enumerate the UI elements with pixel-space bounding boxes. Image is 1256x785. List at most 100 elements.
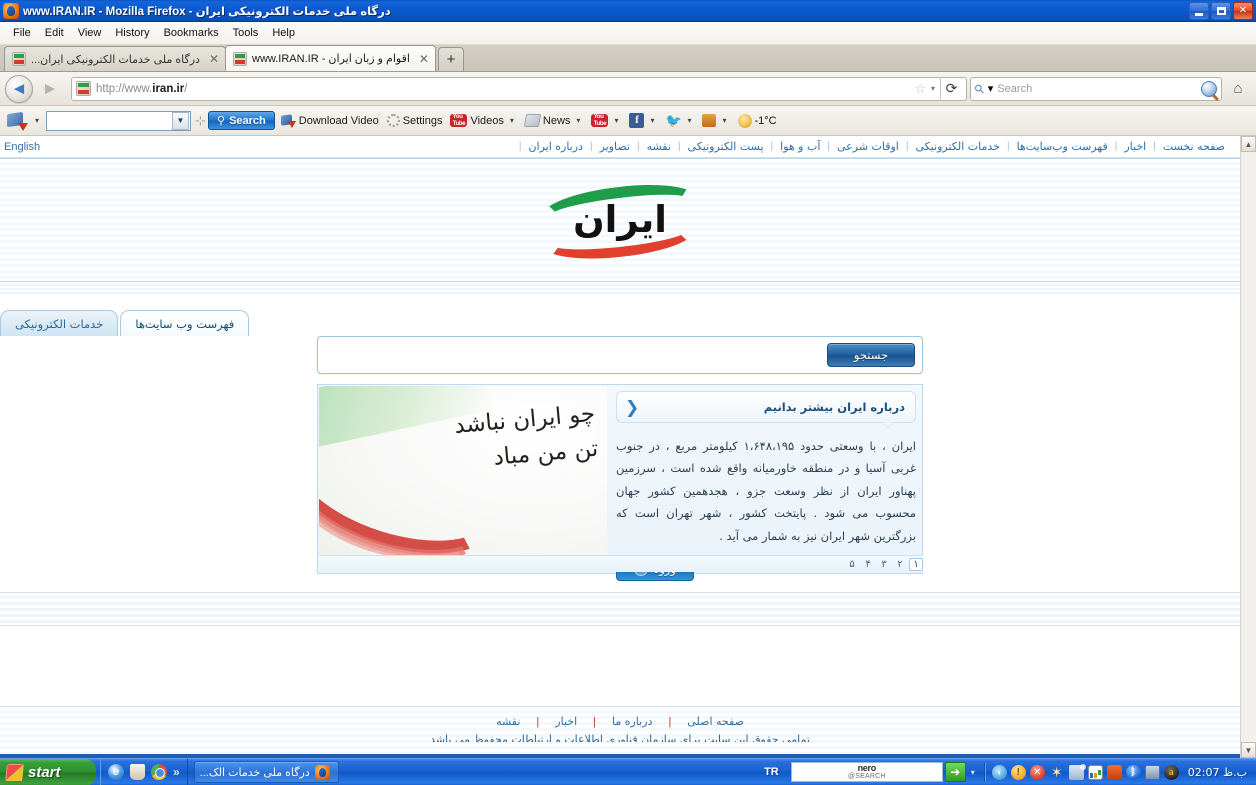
footer-link-map[interactable]: نقشه	[480, 715, 536, 728]
twitter-button[interactable]: 🐦 ▾	[663, 112, 696, 128]
amazon-icon[interactable]: a	[1163, 764, 1179, 780]
nav-item-websites[interactable]: فهرست وب‌سایت‌ها	[1010, 140, 1115, 153]
maximize-button[interactable]	[1211, 2, 1231, 20]
nav-item-weather[interactable]: آب و هوا	[773, 140, 827, 153]
internet-explorer-icon[interactable]: e	[108, 764, 124, 780]
chevron-down-icon[interactable]: ▾	[32, 116, 42, 125]
performance-monitor-icon[interactable]	[1087, 764, 1103, 780]
show-hidden-icons-icon[interactable]: ‹	[991, 764, 1007, 780]
menu-item-bookmarks[interactable]: Bookmarks	[157, 24, 226, 42]
nav-item-home[interactable]: صفحه نخست	[1156, 140, 1232, 153]
menu-item-view[interactable]: View	[71, 24, 109, 42]
page-number-3[interactable]: ۳	[877, 558, 891, 571]
security-shield-icon[interactable]: !	[1010, 764, 1026, 780]
scroll-up-button[interactable]: ▲	[1241, 136, 1256, 152]
menu-item-help[interactable]: Help	[265, 24, 302, 42]
news-button[interactable]: News ▾	[523, 114, 586, 127]
twitter-icon: 🐦	[665, 112, 682, 128]
chevron-down-icon[interactable]: ▾	[931, 84, 935, 93]
antivirus-icon[interactable]: ✕	[1029, 764, 1045, 780]
calligraphy-banner-image[interactable]: چو ایران نباشد تن من مباد	[319, 386, 607, 557]
page-number-2[interactable]: ۲	[893, 558, 907, 571]
minimize-button[interactable]	[1189, 2, 1209, 20]
download-manager-icon[interactable]	[6, 111, 28, 131]
chevron-down-icon[interactable]: ▾	[719, 116, 729, 125]
chevron-down-icon[interactable]: ▾	[647, 116, 657, 125]
chevron-down-icon[interactable]: ▾	[988, 82, 994, 95]
language-indicator[interactable]: TR	[752, 766, 791, 778]
browser-tab-2[interactable]: اقوام و زبان ایران - www.IRAN.IR ✕	[225, 45, 436, 71]
nav-item-email[interactable]: پست الکترونیکی	[681, 140, 771, 153]
nav-item-news[interactable]: اخبار	[1117, 140, 1153, 153]
chevron-down-icon[interactable]: ▾	[507, 116, 517, 125]
star-icon[interactable]: ✶	[1049, 764, 1065, 780]
page-number-4[interactable]: ۴	[861, 558, 875, 571]
shopping-button[interactable]: ▾	[700, 114, 731, 127]
network-icon[interactable]	[1068, 763, 1086, 780]
site-search-button[interactable]: جستجو	[827, 343, 915, 367]
scrollbar-track[interactable]	[1241, 152, 1256, 742]
toolbar-search-combo[interactable]: ▼	[46, 110, 192, 131]
chevron-down-icon[interactable]: ▾	[966, 768, 980, 777]
search-engine-icon[interactable]: ⚲	[971, 80, 987, 96]
weather-button[interactable]: -1°C	[736, 113, 779, 128]
footer-link-news[interactable]: اخبار	[539, 715, 593, 728]
tab-website-directory[interactable]: فهرست وب سایت‌ها	[120, 310, 250, 336]
videos-button[interactable]: You Tube Videos ▾	[448, 114, 518, 127]
camera-icon[interactable]	[1106, 764, 1122, 780]
nav-item-images[interactable]: تصاویر	[593, 140, 637, 153]
nero-search-box[interactable]: nero @SEARCH	[790, 762, 943, 782]
chevron-down-icon[interactable]: ▾	[573, 116, 583, 125]
nav-item-about-iran[interactable]: درباره ایران	[521, 140, 590, 153]
chevron-down-icon[interactable]: ▾	[684, 116, 694, 125]
menu-item-tools[interactable]: Tools	[226, 24, 266, 42]
reload-icon[interactable]: ⟳	[940, 76, 962, 101]
chevron-down-icon[interactable]: ▾	[611, 116, 621, 125]
taskbar-window-button[interactable]: درگاه ملی خدمات الک...	[193, 761, 339, 783]
home-button[interactable]: ⌂	[1225, 76, 1251, 102]
menu-item-edit[interactable]: Edit	[38, 24, 71, 42]
taskbar-clock[interactable]: 02:07 ب.ظ	[1182, 766, 1256, 779]
site-search-input[interactable]	[325, 343, 827, 367]
back-button[interactable]: ◄	[5, 74, 33, 103]
download-video-button[interactable]: Download Video	[279, 113, 381, 128]
facebook-button[interactable]: f ▾	[627, 113, 659, 128]
footer-link-about[interactable]: درباره ما	[596, 715, 668, 728]
toolbar-search-button[interactable]: ⚲ Search	[208, 111, 275, 130]
browser-search-bar[interactable]: ⚲ ▾ Search	[970, 76, 1222, 101]
chevron-down-icon[interactable]: ▼	[172, 111, 190, 130]
quick-launch-more-icon[interactable]: »	[173, 765, 180, 779]
youtube-button[interactable]: You Tube ▾	[589, 114, 623, 127]
media-player-icon[interactable]	[130, 764, 145, 780]
page-number-5[interactable]: ۵	[845, 558, 859, 571]
iran-logo[interactable]: ایران	[535, 177, 705, 265]
forward-button[interactable]: ►	[36, 75, 64, 103]
chevron-left-icon[interactable]: ❮	[625, 399, 639, 416]
scroll-down-button[interactable]: ▼	[1241, 742, 1256, 758]
about-iran-header[interactable]: درباره ایران بیشتر بدانیم ❮	[616, 391, 916, 423]
start-button[interactable]: start	[0, 758, 96, 785]
english-language-link[interactable]: English	[4, 141, 40, 153]
browser-tab-1-close-icon[interactable]: ✕	[205, 52, 219, 66]
vertical-scrollbar[interactable]: ▲ ▼	[1240, 136, 1256, 758]
bookmark-star-icon[interactable]: ☆	[914, 81, 926, 97]
nero-search-go-button[interactable]: ➜	[944, 762, 966, 782]
nav-item-prayer[interactable]: اوقات شرعی	[830, 140, 906, 153]
page-number-1[interactable]: ۱	[909, 557, 923, 571]
new-tab-button[interactable]: +	[437, 47, 464, 71]
footer-link-home[interactable]: صفحه اصلی	[671, 715, 760, 728]
menu-item-history[interactable]: History	[108, 24, 156, 42]
nav-item-eservices[interactable]: خدمات الکترونیکی	[908, 140, 1006, 153]
bluetooth-icon[interactable]: ᛒ	[1125, 764, 1141, 780]
display-icon[interactable]	[1144, 764, 1160, 780]
settings-button[interactable]: Settings	[385, 114, 445, 127]
nav-item-map[interactable]: نقشه	[640, 140, 678, 153]
url-bar[interactable]: http://www.iran.ir/ ☆ ▾ ⟳	[71, 76, 967, 101]
browser-tab-2-close-icon[interactable]: ✕	[415, 52, 429, 66]
chrome-icon[interactable]	[151, 764, 167, 780]
menu-item-file[interactable]: File	[6, 24, 38, 42]
tab-electronic-services[interactable]: خدمات الکترونیکی	[0, 310, 119, 336]
browser-tab-1[interactable]: درگاه ملی خدمات الکترونیکی ایران... ✕	[4, 46, 227, 71]
close-button[interactable]: ✕	[1233, 2, 1253, 20]
search-submit-icon[interactable]	[1201, 80, 1217, 97]
